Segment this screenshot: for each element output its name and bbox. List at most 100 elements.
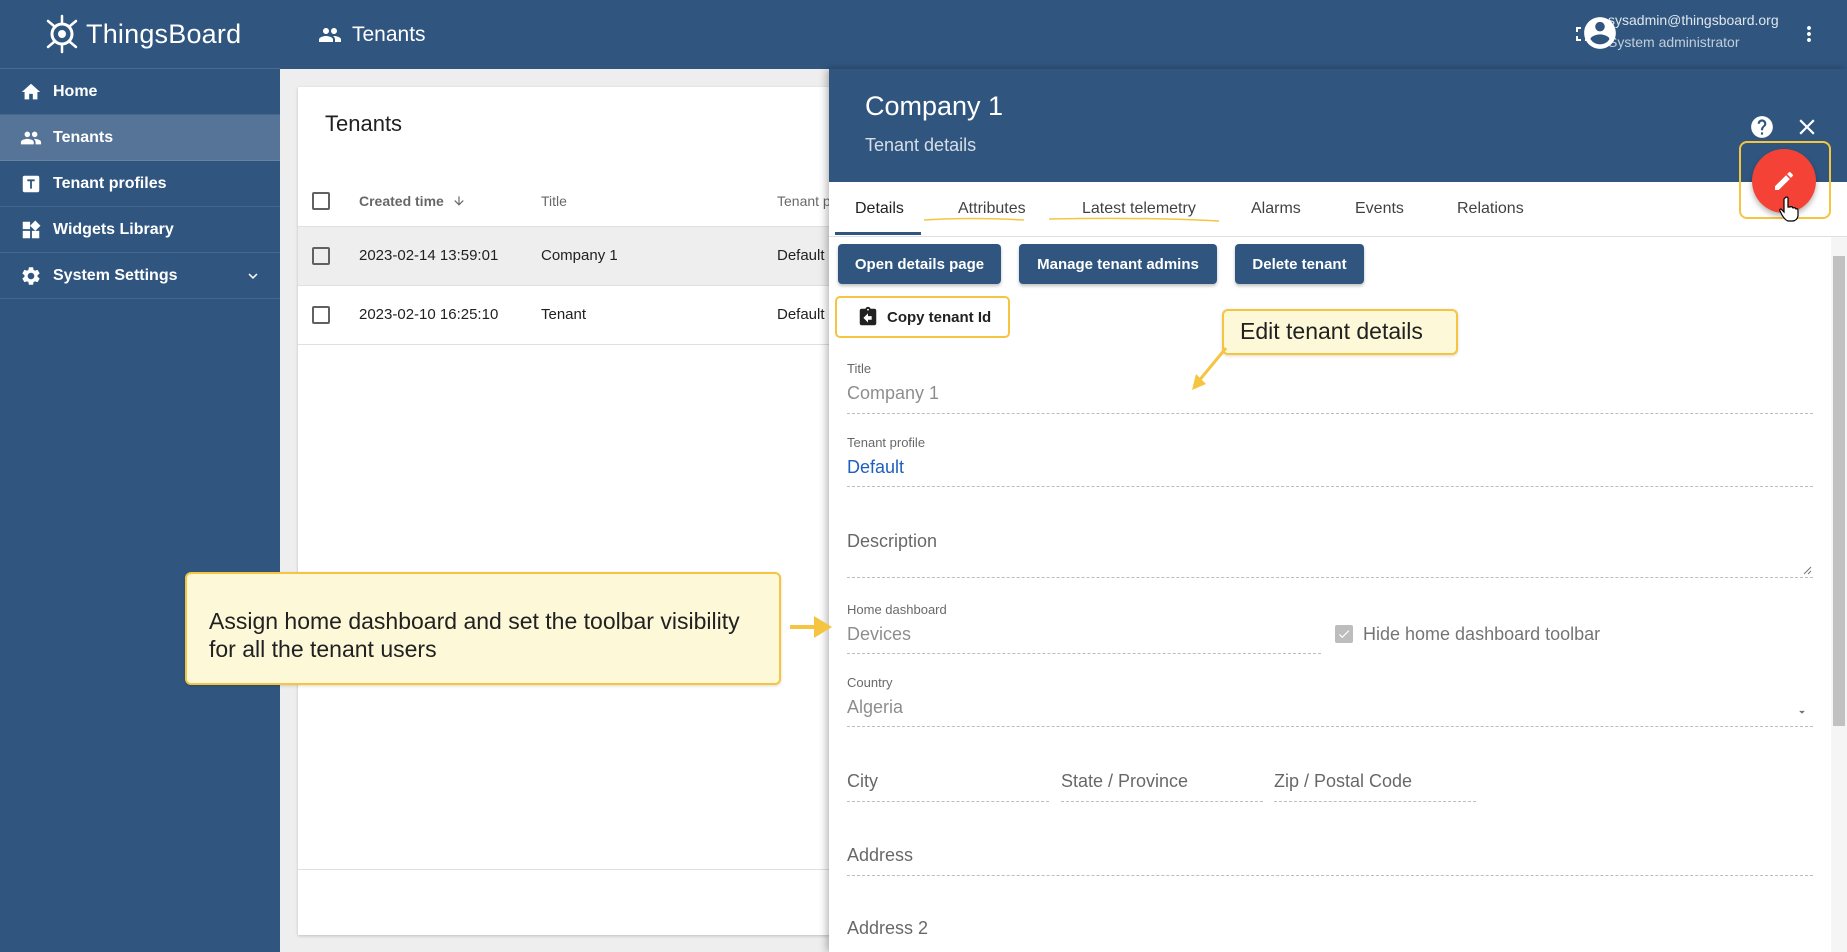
hide-toolbar-checkbox[interactable]	[1335, 625, 1353, 643]
user-info[interactable]: sysadmin@thingsboard.org System administ…	[1608, 12, 1779, 50]
zip-input[interactable]: Zip / Postal Code	[1274, 771, 1412, 792]
row-checkbox[interactable]	[312, 306, 330, 324]
sidebar-item-label: Widgets Library	[53, 220, 174, 238]
cell-created-time: 2023-02-10 16:25:10	[359, 306, 499, 323]
help-icon[interactable]	[1749, 114, 1775, 140]
logo[interactable]: ThingsBoard	[0, 0, 280, 69]
home-icon	[20, 81, 42, 103]
description-underline	[847, 577, 1813, 578]
sidebar: ThingsBoard Home Tenants Tenant profiles…	[0, 0, 280, 952]
tenants-table-card: Tenants Created time Title Tenant p 2023…	[298, 87, 858, 935]
country-underline	[847, 726, 1813, 727]
select-all-checkbox[interactable]	[312, 192, 330, 210]
delete-tenant-button[interactable]: Delete tenant	[1235, 244, 1364, 284]
cell-title: Tenant	[541, 306, 587, 323]
gear-icon	[20, 265, 42, 287]
sidebar-item-label: System Settings	[53, 266, 178, 284]
hide-toolbar-label: Hide home dashboard toolbar	[1363, 624, 1601, 644]
sidebar-item-tenants[interactable]: Tenants	[0, 115, 280, 161]
tab-details[interactable]: Details	[855, 200, 904, 218]
sidebar-item-label: Home	[53, 82, 98, 100]
tenant-details-panel: Company 1 Tenant details Details Attribu…	[829, 69, 1847, 952]
title-label: Title	[847, 361, 872, 376]
dropdown-arrow-icon[interactable]	[1795, 705, 1809, 719]
manage-tenant-admins-button[interactable]: Manage tenant admins	[1019, 244, 1217, 284]
details-header: Company 1 Tenant details	[829, 69, 1847, 182]
tenant-profile-icon	[20, 173, 42, 195]
tab-events[interactable]: Events	[1355, 200, 1404, 218]
cell-tenant-profile: Default	[777, 306, 825, 323]
state-underline	[1061, 801, 1263, 802]
title-input[interactable]: Company 1	[847, 383, 939, 404]
thingsboard-logo-icon	[46, 14, 78, 54]
city-input[interactable]: City	[847, 771, 878, 792]
check-icon	[1338, 630, 1350, 639]
cell-created-time: 2023-02-14 13:59:01	[359, 247, 499, 264]
sidebar-item-label: Tenant profiles	[53, 174, 167, 192]
callout-assign-line1: Assign home dashboard and set the toolba…	[209, 608, 740, 634]
country-select[interactable]: Algeria	[847, 697, 903, 718]
callout-arrow-icon	[790, 616, 832, 638]
clipboard-arrow-left-icon	[859, 306, 877, 326]
column-header-tenant-profile[interactable]: Tenant p	[777, 193, 831, 209]
callout-arrow-icon	[1192, 347, 1228, 390]
tenant-profile-underline	[847, 486, 1813, 487]
details-title: Company 1	[865, 91, 1004, 121]
copy-tenant-id-button[interactable]: Copy tenant Id	[835, 296, 1010, 338]
close-icon[interactable]	[1794, 114, 1820, 140]
more-vert-icon[interactable]	[1797, 22, 1821, 46]
column-header-title[interactable]: Title	[541, 193, 567, 209]
table-title: Tenants	[325, 111, 403, 136]
callout-assign-line2: for all the tenant users	[209, 636, 437, 662]
widgets-icon	[20, 219, 42, 241]
home-dashboard-input[interactable]: Devices	[847, 624, 911, 645]
home-dashboard-label: Home dashboard	[847, 602, 947, 617]
details-tabs: Details Attributes Latest telemetry Alar…	[829, 182, 1847, 237]
sidebar-item-system-settings[interactable]: System Settings	[0, 253, 280, 299]
cell-tenant-profile: Default	[777, 247, 825, 264]
active-tab-indicator	[835, 232, 921, 235]
app-name: ThingsBoard	[86, 18, 242, 49]
hand-cursor-icon	[1779, 196, 1799, 222]
people-icon	[20, 127, 42, 149]
address2-input[interactable]: Address 2	[847, 918, 928, 939]
city-underline	[847, 801, 1049, 802]
table-header: Created time Title Tenant p	[298, 175, 858, 227]
column-header-created-time[interactable]: Created time	[359, 193, 466, 209]
chevron-down-icon[interactable]	[244, 267, 262, 285]
page-title: Tenants	[318, 23, 426, 47]
callout-assign-home-dashboard: Assign home dashboard and set the toolba…	[185, 572, 781, 685]
people-icon	[319, 27, 341, 42]
tab-alarms[interactable]: Alarms	[1251, 200, 1301, 218]
sort-arrow-down-icon	[454, 196, 464, 206]
zip-underline	[1274, 801, 1476, 802]
resize-handle-icon[interactable]	[1802, 565, 1812, 575]
row-checkbox[interactable]	[312, 247, 330, 265]
sidebar-item-tenant-profiles[interactable]: Tenant profiles	[0, 161, 280, 207]
page-title-text: Tenants	[352, 22, 426, 46]
address-underline	[847, 875, 1813, 876]
description-textarea[interactable]: Description	[847, 531, 937, 552]
sidebar-item-label: Tenants	[53, 128, 114, 146]
tenant-profile-link[interactable]: Default	[847, 457, 904, 478]
pencil-icon	[1775, 171, 1794, 190]
address-input[interactable]: Address	[847, 845, 913, 866]
sidebar-item-widgets-library[interactable]: Widgets Library	[0, 207, 280, 253]
title-underline	[847, 413, 1813, 414]
sidebar-item-home[interactable]: Home	[0, 69, 280, 115]
user-role: System administrator	[1608, 34, 1740, 50]
cell-title: Company 1	[541, 247, 618, 264]
state-input[interactable]: State / Province	[1061, 771, 1188, 792]
country-label: Country	[847, 675, 893, 690]
table-row[interactable]: 2023-02-14 13:59:01 Company 1 Default	[298, 227, 858, 286]
tenant-profile-label: Tenant profile	[847, 435, 926, 450]
open-details-page-button[interactable]: Open details page	[838, 244, 1001, 284]
scrollbar-thumb[interactable]	[1833, 256, 1845, 726]
table-row[interactable]: 2023-02-10 16:25:10 Tenant Default	[298, 286, 858, 345]
home-dashboard-underline	[847, 653, 1321, 654]
callout-edit-tenant-details: Edit tenant details	[1222, 309, 1458, 355]
tab-underline-decoration	[924, 217, 1220, 222]
details-subtitle: Tenant details	[865, 135, 977, 155]
copy-tenant-id-label: Copy tenant Id	[887, 308, 992, 326]
tab-relations[interactable]: Relations	[1457, 200, 1524, 218]
